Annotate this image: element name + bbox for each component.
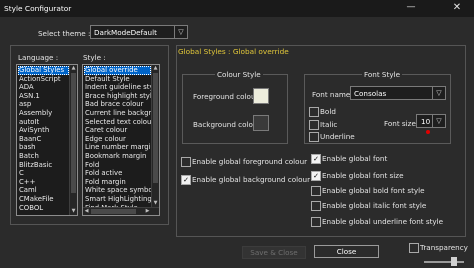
background-colour-label: Background colour [193, 120, 261, 129]
scroll-thumb[interactable] [153, 73, 158, 183]
style-list[interactable]: Global override Default Style Indent guide… [82, 64, 160, 216]
language-list-item[interactable]: C++ [18, 178, 69, 187]
style-list-item[interactable]: Selected text colour [84, 118, 151, 127]
option-label: Enable global font [322, 154, 388, 163]
colour-style-legend: Colour Style [215, 70, 263, 79]
transparency-checkbox[interactable] [409, 243, 419, 253]
language-vertical-scrollbar[interactable]: ▲ ▼ [69, 65, 77, 215]
bold-label: Bold [320, 107, 336, 116]
option-checkbox[interactable] [311, 217, 321, 227]
style-header: Global Styles : Global override [178, 47, 289, 56]
language-list[interactable]: Global Styles ActionScript ADA ASN.1 asp Asse… [16, 64, 78, 216]
font-name-value: Consolas [354, 89, 387, 98]
option-checkbox[interactable] [311, 186, 321, 196]
language-label: Language : [18, 53, 59, 62]
option-label: Enable global underline font style [322, 217, 444, 226]
window-title: Style Configurator [4, 4, 72, 13]
language-list-item[interactable]: Global Styles [18, 66, 69, 75]
option-label: Enable global foreground colour [192, 157, 308, 166]
language-list-item[interactable]: bash [18, 143, 69, 152]
font-name-select[interactable]: Consolas ▽ [350, 86, 446, 100]
option-checkbox[interactable]: ✓ [181, 175, 191, 185]
language-list-item[interactable]: Caml [18, 186, 69, 195]
scroll-right-icon[interactable]: ▶ [144, 208, 151, 215]
language-list-item[interactable]: ActionScript [18, 75, 69, 84]
style-list-item[interactable]: Indent guideline style [84, 83, 151, 92]
option-label: Enable global font size [322, 171, 404, 180]
style-list-item[interactable]: Bookmark margin [84, 152, 151, 161]
font-name-label: Font name : [312, 90, 356, 99]
theme-value: DarkModeDefault [94, 28, 157, 37]
red-dot-indicator [426, 130, 430, 134]
scroll-down-icon[interactable]: ▼ [152, 200, 159, 207]
save-close-button[interactable]: Save & Close [242, 246, 306, 259]
theme-select[interactable]: DarkModeDefault ▽ [90, 25, 188, 39]
option-label: Enable global background colour [192, 175, 311, 184]
transparency-slider-track[interactable] [424, 261, 464, 263]
style-list-item[interactable]: Current line background [84, 109, 151, 118]
foreground-colour-label: Foreground colour [193, 92, 259, 101]
font-size-value: 10 [421, 117, 431, 126]
language-list-item[interactable]: autoIt [18, 118, 69, 127]
option-checkbox[interactable]: ✓ [311, 154, 321, 164]
scroll-left-icon[interactable]: ◀ [83, 208, 90, 215]
style-list-item[interactable]: Default Style [84, 75, 151, 84]
colour-style-group [182, 74, 288, 144]
option-checkbox[interactable] [181, 157, 191, 167]
style-list-item[interactable]: Smart HighLighting [84, 195, 151, 204]
language-list-item[interactable]: asp [18, 100, 69, 109]
language-list-item[interactable]: ASN.1 [18, 92, 69, 101]
option-label: Enable global italic font style [322, 201, 427, 210]
language-list-item[interactable]: BaanC [18, 135, 69, 144]
language-list-item[interactable]: ADA [18, 83, 69, 92]
scroll-up-icon[interactable]: ▲ [152, 65, 159, 72]
underline-checkbox[interactable] [309, 132, 319, 142]
minimize-button[interactable]: — [400, 2, 422, 14]
scroll-up-icon[interactable]: ▲ [70, 65, 77, 72]
style-list-item[interactable]: Fold [84, 161, 151, 170]
chevron-down-icon[interactable]: ▽ [174, 26, 187, 38]
language-list-item[interactable]: Assembly [18, 109, 69, 118]
style-list-item[interactable]: Fold margin [84, 178, 151, 187]
language-list-item[interactable]: CMakeFile [18, 195, 69, 204]
foreground-colour-swatch[interactable] [253, 88, 269, 104]
chevron-down-icon[interactable]: ▽ [432, 115, 445, 127]
close-button[interactable]: Close [314, 245, 379, 258]
italic-checkbox[interactable] [309, 120, 319, 130]
background-colour-swatch[interactable] [253, 115, 269, 131]
style-list-item[interactable]: Fold active [84, 169, 151, 178]
style-list-item[interactable]: White space symbol [84, 186, 151, 195]
language-list-item[interactable]: AviSynth [18, 126, 69, 135]
scroll-down-icon[interactable]: ▼ [70, 208, 77, 215]
style-list-item[interactable]: Global override [84, 66, 151, 75]
style-label: Style : [83, 53, 106, 62]
style-list-item[interactable]: Brace highlight style [84, 92, 151, 101]
language-list-item[interactable]: C [18, 169, 69, 178]
option-checkbox[interactable]: ✓ [311, 171, 321, 181]
style-vertical-scrollbar[interactable]: ▲ ▼ [151, 65, 159, 207]
option-label: Enable global bold font style [322, 186, 425, 195]
language-list-item[interactable]: COBOL [18, 204, 69, 213]
transparency-label: Transparency [420, 243, 468, 252]
option-checkbox[interactable] [311, 201, 321, 211]
transparency-slider-thumb[interactable] [451, 257, 457, 266]
font-size-select[interactable]: 10 ▽ [416, 114, 446, 128]
style-horizontal-scrollbar[interactable]: ◀ ▶ [83, 207, 159, 215]
italic-label: Italic [320, 120, 338, 129]
bold-checkbox[interactable] [309, 107, 319, 117]
style-list-item[interactable]: Bad brace colour [84, 100, 151, 109]
underline-label: Underline [320, 132, 355, 141]
scroll-thumb[interactable] [71, 73, 76, 193]
font-style-legend: Font Style [362, 70, 402, 79]
theme-label: Select theme : [38, 29, 91, 38]
close-window-button[interactable]: ✕ [446, 2, 468, 14]
horizontal-scroll-thumb[interactable] [91, 209, 136, 214]
language-list-item[interactable]: Batch [18, 152, 69, 161]
style-list-item[interactable]: Edge colour [84, 135, 151, 144]
style-list-item[interactable]: Caret colour [84, 126, 151, 135]
language-list-item[interactable]: BlitzBasic [18, 161, 69, 170]
chevron-down-icon[interactable]: ▽ [432, 87, 445, 99]
style-list-item[interactable]: Line number margin [84, 143, 151, 152]
